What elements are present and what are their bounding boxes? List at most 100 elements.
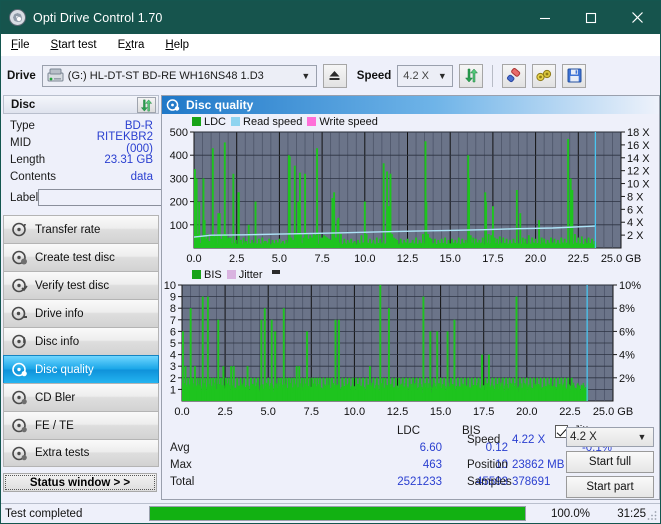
disc-icon	[11, 277, 28, 294]
position-stat-label: Position	[467, 459, 508, 471]
stats-row-max: Max	[170, 459, 192, 471]
legend-swatch	[227, 270, 236, 279]
svg-text:1: 1	[170, 384, 176, 396]
svg-text:17.5: 17.5	[482, 253, 503, 265]
start-full-button[interactable]: Start full	[566, 451, 654, 473]
speed-label: Speed	[357, 70, 392, 82]
svg-text:6: 6	[170, 326, 176, 338]
window-controls	[522, 1, 660, 34]
refresh-button[interactable]	[459, 64, 483, 88]
sidebar-item-drive-info[interactable]: Drive info	[3, 299, 159, 327]
svg-text:12.5: 12.5	[387, 406, 408, 418]
legend-ldc: LDC	[192, 116, 226, 128]
sidebar-item-verify-test-disc[interactable]: Verify test disc	[3, 271, 159, 299]
save-button[interactable]	[562, 64, 586, 88]
svg-text:22.5: 22.5	[568, 253, 589, 265]
menu-extra[interactable]: Extra	[118, 39, 145, 51]
disc-icon	[11, 221, 28, 238]
legend-swatch	[192, 117, 201, 126]
svg-text:25.0 GB: 25.0 GB	[601, 253, 641, 265]
close-button[interactable]	[614, 1, 660, 34]
legend-label: LDC	[204, 116, 226, 128]
svg-text:2.5: 2.5	[229, 253, 244, 265]
refresh-icon	[140, 99, 153, 112]
disc-panel-header: Disc	[3, 95, 159, 114]
sidebar-item-disc-quality[interactable]: Disc quality	[3, 355, 159, 383]
menu-help[interactable]: Help	[165, 39, 189, 51]
svg-text:9: 9	[170, 292, 176, 304]
svg-text:0.0: 0.0	[174, 406, 189, 418]
svg-text:200: 200	[170, 197, 188, 209]
sidebar-item-create-test-disc[interactable]: Create test disc	[3, 243, 159, 271]
chevron-down-icon: ▼	[434, 71, 450, 81]
svg-text:20.0: 20.0	[525, 253, 546, 265]
svg-text:2: 2	[170, 373, 176, 385]
title-bar: Opti Drive Control 1.70	[1, 1, 660, 34]
sidebar-item-fe-te[interactable]: FE / TE	[3, 411, 159, 439]
svg-text:17.5: 17.5	[473, 406, 494, 418]
svg-text:2.5: 2.5	[217, 406, 232, 418]
svg-text:18 X: 18 X	[627, 128, 650, 139]
svg-text:3: 3	[170, 361, 176, 373]
jitter-marker-icon	[272, 270, 280, 274]
svg-text:20.0: 20.0	[516, 406, 537, 418]
svg-text:25.0 GB: 25.0 GB	[593, 406, 633, 418]
toolbar-speed-select[interactable]: 4.2 X ▼	[397, 65, 453, 87]
disc-icon	[11, 389, 28, 406]
main-panel: Disc quality LDC Read speed Write speed …	[161, 95, 660, 500]
svg-text:100: 100	[170, 220, 188, 232]
svg-text:15.0: 15.0	[439, 253, 460, 265]
legend-swatch	[192, 270, 201, 279]
legend-label: Write speed	[319, 116, 378, 128]
svg-text:8: 8	[170, 303, 176, 315]
sidebar-item-label: Disc quality	[35, 364, 94, 376]
ldc-chart: 1002003004005002 X4 X6 X8 X10 X12 X14 X1…	[162, 128, 659, 266]
disc-key: Type	[10, 120, 78, 132]
svg-text:12.5: 12.5	[397, 253, 418, 265]
drive-select[interactable]: (G:) HL-DT-ST BD-RE WH16NS48 1.D3 ▼	[42, 65, 317, 87]
disc-row-mid: MID RITEKBR2 (000)	[10, 134, 153, 151]
chevron-down-icon: ▼	[298, 71, 314, 81]
menu-bar: FFileile Start test Extra Help	[1, 34, 660, 56]
menu-file[interactable]: FFileile	[11, 39, 30, 51]
sidebar-item-label: Disc info	[35, 336, 79, 348]
toolbar-speed-value: 4.2 X	[400, 70, 434, 82]
sidebar-item-label: FE / TE	[35, 420, 74, 432]
start-part-button[interactable]: Start part	[566, 476, 654, 498]
refresh-icon	[464, 68, 479, 83]
resize-grip-icon[interactable]	[646, 509, 658, 521]
svg-text:10 X: 10 X	[627, 179, 650, 191]
minimize-button[interactable]	[522, 1, 568, 34]
erase-button[interactable]	[502, 64, 526, 88]
main-panel-header: Disc quality	[162, 96, 659, 114]
drive-label: Drive	[7, 70, 36, 82]
eject-button[interactable]	[323, 64, 347, 88]
progress-percent: 100.0%	[526, 508, 598, 520]
tools-icon	[536, 68, 552, 84]
status-window-button[interactable]: Status window > >	[3, 473, 157, 492]
drive-icon	[47, 68, 64, 83]
svg-text:15.0: 15.0	[430, 406, 451, 418]
legend-swatch	[231, 117, 240, 126]
disc-icon	[9, 9, 26, 26]
svg-text:5.0: 5.0	[261, 406, 276, 418]
status-bar: Test completed 100.0% 31:25	[1, 503, 660, 523]
disc-refresh-button[interactable]	[137, 97, 156, 113]
sidebar-item-label: Create test disc	[35, 252, 115, 264]
chart-bottom: 123456789102%4%6%8%10%0.02.55.07.510.012…	[162, 281, 659, 419]
disc-icon	[11, 249, 28, 266]
legend-label: Read speed	[243, 116, 302, 128]
eject-icon	[328, 69, 341, 82]
disc-label-row: Label	[10, 186, 153, 209]
sidebar-item-cd-bler[interactable]: CD Bler	[3, 383, 159, 411]
sidebar-item-disc-info[interactable]: Disc info	[3, 327, 159, 355]
maximize-button[interactable]	[568, 1, 614, 34]
sidebar-item-transfer-rate[interactable]: Transfer rate	[3, 215, 159, 243]
stats-row-avg: Avg	[170, 442, 190, 454]
menu-start-test[interactable]: Start test	[51, 39, 97, 51]
sidebar-item-extra-tests[interactable]: Extra tests	[3, 439, 159, 467]
svg-text:10%: 10%	[619, 281, 641, 292]
speed-select[interactable]: 4.2 X ▼	[566, 427, 654, 447]
svg-text:7.5: 7.5	[314, 253, 329, 265]
tools-button[interactable]	[532, 64, 556, 88]
